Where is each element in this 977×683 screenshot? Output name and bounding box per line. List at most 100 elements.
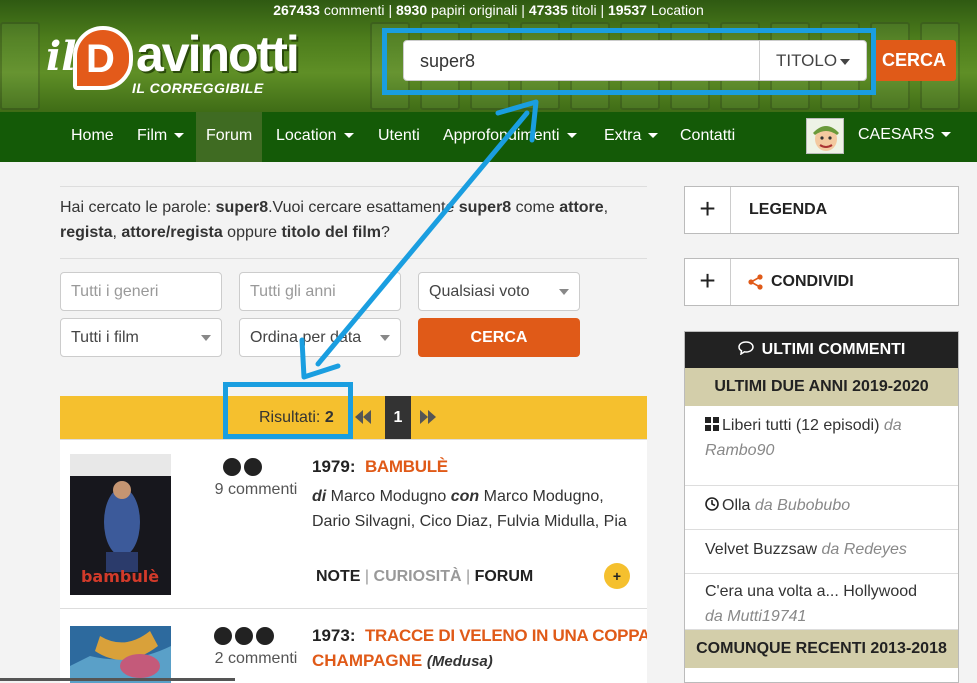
stat-locations-count: 19537 (607, 2, 647, 18)
search-as-actor-link[interactable]: attore (559, 199, 603, 216)
comment-user[interactable]: Mutti19741 (727, 608, 806, 625)
user-menu[interactable]: CAESARS (858, 112, 952, 162)
chevron-down-icon (648, 133, 659, 139)
comment-user[interactable]: Redeyes (844, 541, 907, 558)
film-poster[interactable]: bambulè (70, 454, 171, 595)
credit-con: con (450, 488, 480, 505)
comment-item[interactable]: Liberi tutti (12 episodi) da Rambo90 (685, 406, 958, 486)
comment-da: da (821, 541, 840, 558)
credit-di: di (312, 488, 327, 505)
logo-il: il (46, 33, 77, 80)
legenda-label: LEGENDA (749, 201, 828, 218)
comment-film-title[interactable]: Velvet Buzzsaw (705, 541, 817, 558)
summary-text: .Vuoi cercare esattamente (268, 199, 459, 216)
user-name-label: CAESARS (858, 126, 935, 143)
rating-dot (244, 458, 262, 476)
film-title[interactable]: 1973: TRACCE DI VELENO IN UNA COPPA DI (312, 626, 647, 646)
poster-image (70, 626, 171, 683)
search-button[interactable]: CERCA (872, 40, 956, 81)
nav-label: Approfondimenti (443, 127, 560, 144)
scroll-indicator (0, 678, 235, 681)
comment-item[interactable]: C'era una volta a... Hollywood da Mutti1… (685, 574, 958, 630)
genre-filter-input[interactable]: Tutti i generi (60, 272, 222, 311)
comments-count[interactable]: 9 commenti (200, 481, 312, 499)
nav-approfondimenti[interactable]: Approfondimenti (433, 112, 587, 162)
poster-image: bambulè (70, 454, 171, 595)
stat-separator: | (521, 2, 525, 18)
nav-label: Home (71, 127, 114, 144)
nav-label: Contatti (680, 127, 736, 144)
rating-dots (223, 458, 262, 476)
comment-item[interactable]: Velvet Buzzsaw da Redeyes (685, 530, 958, 574)
film-title[interactable]: 1979: BAMBULÈ (312, 457, 448, 477)
expand-plus-button[interactable]: + (604, 563, 630, 589)
search-as-actor-director-link[interactable]: attore/regista (121, 224, 222, 241)
film-director[interactable]: Marco Modugno (331, 488, 447, 505)
chevron-down-icon (201, 335, 211, 341)
comment-item[interactable]: Olla da Bubobubo (685, 486, 958, 530)
nav-utenti[interactable]: Utenti (368, 112, 430, 162)
rating-dot (256, 627, 274, 645)
condividi-panel-toggle[interactable]: + CONDIVIDI (684, 258, 959, 306)
rating-dot (214, 627, 232, 645)
nav-label: Utenti (378, 127, 420, 144)
nav-label: Forum (206, 127, 253, 144)
nav-film[interactable]: Film (127, 112, 194, 162)
film-title-text: BAMBULÈ (364, 457, 448, 476)
nav-forum[interactable]: Forum (196, 112, 263, 162)
nav-extra[interactable]: Extra (594, 112, 668, 162)
summary-keyword: super8 (215, 199, 269, 216)
comment-film-title[interactable]: C'era una volta a... Hollywood (705, 583, 917, 600)
site-stats: 267433 commenti | 8930 papiri originali … (0, 0, 977, 20)
stat-comments-count: 267433 (273, 2, 320, 18)
rating-dot (235, 627, 253, 645)
latest-comments-header: ULTIMI COMMENTI (685, 332, 958, 368)
result-row: 2 commenti 1973: TRACCE DI VELENO IN UNA… (60, 608, 647, 683)
chat-icon (737, 341, 754, 356)
film-note-link[interactable]: NOTE (316, 568, 360, 585)
filter-search-button[interactable]: CERCA (418, 318, 580, 357)
site-logo[interactable]: il D avinotti IL CORREGGIBILE (46, 22, 366, 98)
order-select[interactable]: Ordina per data (239, 318, 401, 357)
films-filter-select[interactable]: Tutti i film (60, 318, 222, 357)
film-forum-link[interactable]: FORUM (475, 568, 534, 585)
year-filter-input[interactable]: Tutti gli anni (239, 272, 401, 311)
comment-film-title[interactable]: Liberi tutti (12 episodi) (722, 417, 879, 434)
separator: | (364, 568, 370, 585)
film-title-text: CHAMPAGNE (312, 651, 423, 670)
film-title-continued[interactable]: CHAMPAGNE (Medusa) (312, 651, 493, 671)
separator: | (465, 568, 471, 585)
results-bar: Risultati: 2 1 (60, 396, 647, 439)
comment-film-title[interactable]: Olla (722, 497, 750, 514)
nav-label: Location (276, 127, 337, 144)
next-page-icon[interactable] (418, 410, 438, 424)
logo-d-badge: D (73, 26, 133, 90)
comments-count[interactable]: 2 commenti (200, 650, 312, 668)
comment-user[interactable]: Bubobubo (777, 497, 850, 514)
search-as-title-link[interactable]: titolo del film (281, 224, 381, 241)
stat-separator: | (600, 2, 605, 18)
page-current[interactable]: 1 (385, 396, 411, 439)
summary-text: oppure (222, 223, 282, 241)
chevron-down-icon (566, 133, 577, 139)
film-poster[interactable] (70, 626, 171, 683)
nav-contatti[interactable]: Contatti (670, 112, 745, 162)
clock-icon (705, 497, 719, 511)
poster-title: bambulè (81, 567, 159, 586)
film-curiosita-link[interactable]: CURIOSITÀ (374, 568, 462, 585)
comment-user[interactable]: Rambo90 (705, 442, 774, 459)
user-avatar[interactable] (806, 118, 844, 154)
nav-home[interactable]: Home (61, 112, 124, 162)
vote-filter-select[interactable]: Qualsiasi voto (418, 272, 580, 311)
nav-location[interactable]: Location (266, 112, 364, 162)
chevron-down-icon (343, 133, 354, 139)
stat-separator: | (388, 2, 393, 18)
annotation-highlight-search (382, 28, 876, 95)
comment-da: da (754, 497, 773, 514)
film-title-text: TRACCE DI VELENO IN UNA COPPA DI (364, 626, 647, 645)
legenda-panel-toggle[interactable]: + LEGENDA (684, 186, 959, 234)
search-as-director-link[interactable]: regista (60, 224, 112, 241)
prev-page-icon[interactable] (353, 410, 373, 424)
stat-locations-label: Location (650, 2, 704, 18)
comment-da: da (705, 607, 723, 625)
